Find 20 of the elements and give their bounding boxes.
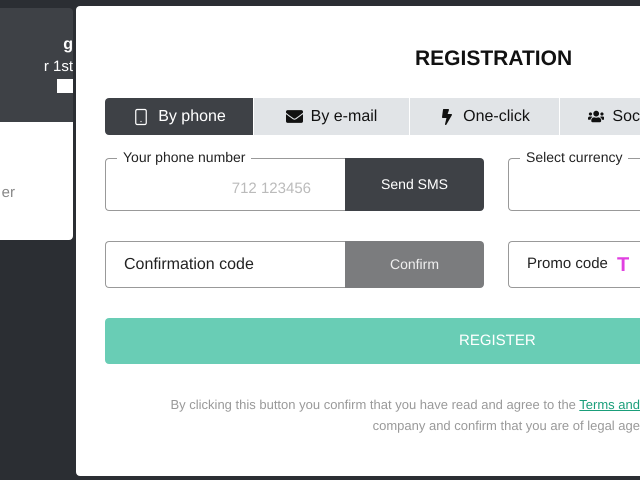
card-text: er xyxy=(2,183,15,203)
promo-field[interactable]: Promo code T xyxy=(508,241,640,288)
tab[interactable]: By phone xyxy=(105,98,253,135)
tab[interactable]: One-click xyxy=(410,98,559,135)
field-label: Select currency xyxy=(520,149,628,166)
terms-text: By clicking this button you confirm that you have read and agree to the Terms and company and confirm that you are of legal age xyxy=(170,396,640,435)
card-subtitle: r 1st xyxy=(44,57,73,77)
card-title: g xyxy=(63,35,73,55)
tab[interactable]: By e-mail xyxy=(254,98,409,135)
tab[interactable]: Soc xyxy=(560,98,640,135)
banner-strip xyxy=(57,79,73,93)
phone-input[interactable]: 712 123456 xyxy=(106,169,345,210)
code-input[interactable]: Confirmation code xyxy=(106,242,345,287)
promo-input[interactable]: Promo code xyxy=(509,253,613,276)
envelope-icon xyxy=(286,108,303,125)
field-label: Your phone number xyxy=(117,149,252,166)
dialog-title: REGISTRATION xyxy=(415,47,572,70)
send-sms-button[interactable]: Send SMS xyxy=(345,158,484,211)
promo-letter: T xyxy=(617,252,630,278)
confirm-button[interactable]: Confirm xyxy=(345,241,484,288)
